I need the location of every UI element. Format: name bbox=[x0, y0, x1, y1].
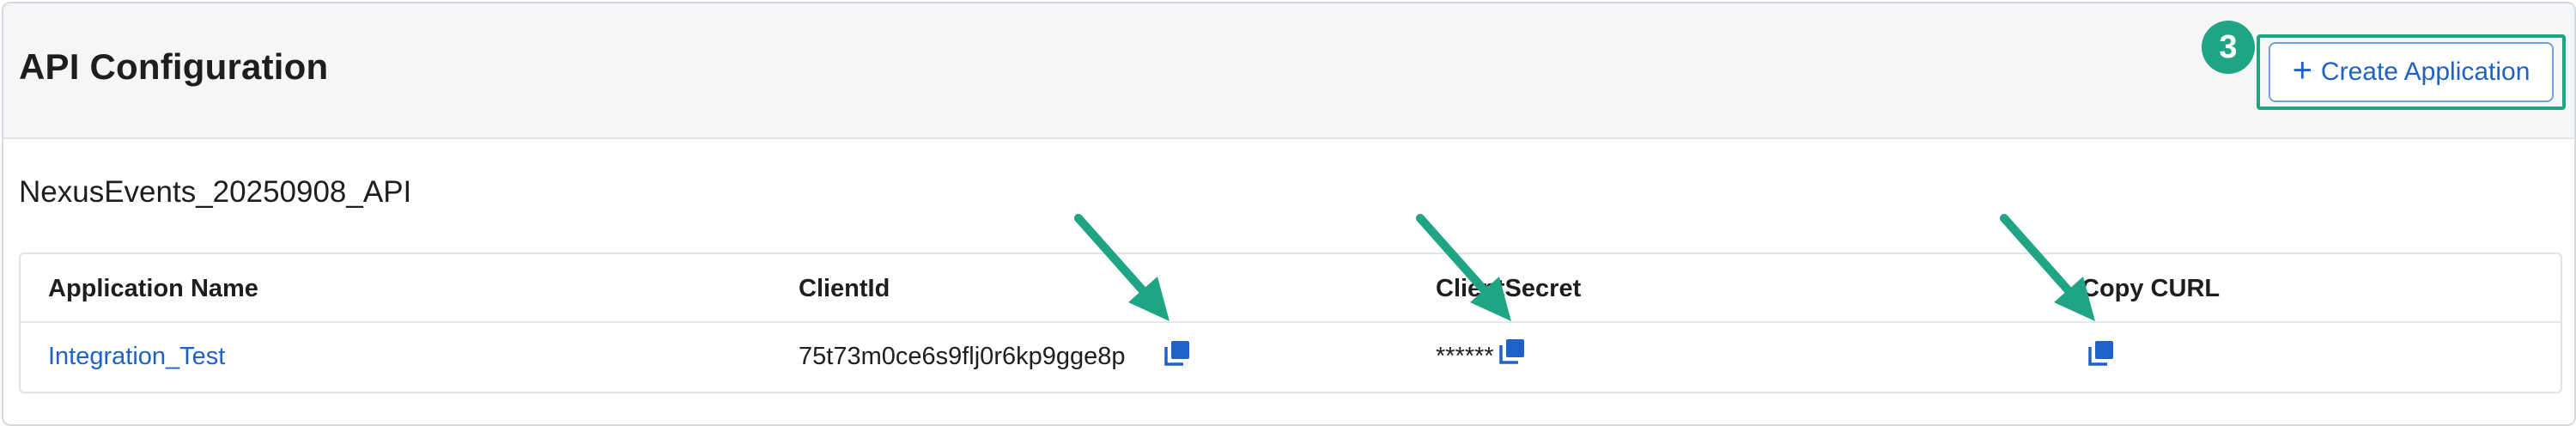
copy-curl-icon[interactable] bbox=[2087, 338, 2116, 368]
column-header-application-name: Application Name bbox=[48, 275, 258, 302]
application-name-link[interactable]: Integration_Test bbox=[48, 343, 225, 371]
create-application-label: Create Application bbox=[2320, 58, 2530, 86]
api-section-title: NexusEvents_20250908_API bbox=[19, 175, 412, 209]
panel-header: API Configuration 3 + Create Application bbox=[3, 3, 2574, 139]
copy-client-id-icon[interactable] bbox=[1163, 338, 1192, 368]
page-title: API Configuration bbox=[19, 46, 329, 87]
create-button-highlight: + Create Application bbox=[2257, 34, 2566, 110]
table-header: Application Name ClientId ClientSecret C… bbox=[21, 254, 2561, 323]
column-header-copy-curl: Copy CURL bbox=[2081, 275, 2221, 302]
column-header-client-secret: ClientSecret bbox=[1436, 275, 1582, 302]
client-id-value: 75t73m0ce6s9flj0r6kp9gge8p bbox=[799, 343, 1126, 370]
create-application-button[interactable]: + Create Application bbox=[2269, 42, 2554, 102]
client-secret-value: ****** bbox=[1436, 343, 1494, 370]
step-badge: 3 bbox=[2202, 21, 2255, 74]
copy-client-secret-icon[interactable] bbox=[1498, 337, 1527, 366]
column-header-client-id: ClientId bbox=[799, 275, 890, 302]
api-configuration-panel: API Configuration 3 + Create Application… bbox=[2, 2, 2576, 426]
applications-table: Application Name ClientId ClientSecret C… bbox=[19, 253, 2562, 393]
plus-icon: + bbox=[2292, 52, 2312, 89]
